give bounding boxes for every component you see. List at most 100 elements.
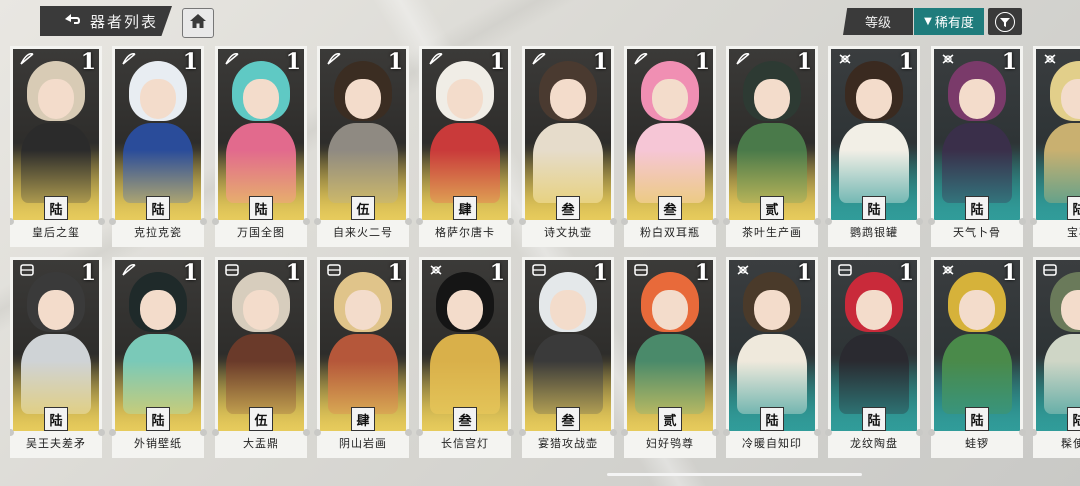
artifact-card[interactable]: 1 陆天气卜骨: [928, 46, 1026, 247]
bow-icon: [733, 52, 753, 68]
card-portrait-frame: 1伍: [218, 260, 304, 431]
card-name: 鹦鹉银罐: [850, 226, 898, 239]
card-name: 万国全图: [237, 226, 285, 239]
sort-descending-icon: ▼: [924, 16, 932, 27]
card-level: 1: [80, 260, 96, 286]
card-grade: 陆: [146, 407, 170, 431]
artifact-card[interactable]: 1 伍大盂鼎: [212, 257, 310, 458]
back-button[interactable]: 器者列表: [40, 6, 172, 36]
card-name: 格萨尔唐卡: [435, 226, 495, 239]
filter-button[interactable]: [988, 8, 1022, 35]
artifact-card[interactable]: 1 陆蛙锣: [928, 257, 1026, 458]
card-grade: 肆: [351, 407, 375, 431]
card-grade: 陆: [1067, 196, 1080, 220]
card-name: 长信宫灯: [441, 437, 489, 450]
card-portrait-frame: 1陆: [115, 260, 201, 431]
card-grade: 陆: [44, 407, 68, 431]
card-portrait-frame: 1叁: [525, 260, 611, 431]
card-name: 天气卜骨: [953, 226, 1001, 239]
card-portrait-frame: 1陆: [1036, 49, 1080, 220]
portrait-face: [856, 79, 892, 119]
card-name: 宝石: [1067, 226, 1080, 239]
card-name: 诗文执壶: [544, 226, 592, 239]
artifact-card[interactable]: 1 陆外销壁纸: [109, 257, 207, 458]
artifact-card[interactable]: 1陆髹使…: [1030, 257, 1080, 458]
card-portrait-frame: 1陆: [831, 49, 917, 220]
shield-icon: [529, 263, 549, 279]
sort-by-level-button[interactable]: 等级: [843, 8, 913, 35]
card-name: 外销壁纸: [134, 437, 182, 450]
shield-icon: [222, 263, 242, 279]
card-name: 粉白双耳瓶: [640, 226, 700, 239]
card-portrait-frame: 1陆: [831, 260, 917, 431]
card-grade: 肆: [453, 196, 477, 220]
card-grade: 叁: [453, 407, 477, 431]
portrait-face: [140, 79, 176, 119]
artifact-card[interactable]: 1 肆格萨尔唐卡: [416, 46, 514, 247]
card-grade: 陆: [965, 196, 989, 220]
artifact-card[interactable]: 1 叁诗文执壶: [519, 46, 617, 247]
knot-icon: [938, 263, 958, 279]
card-level: 1: [285, 49, 301, 75]
artifact-card[interactable]: 1 陆克拉克瓷: [109, 46, 207, 247]
artifact-card[interactable]: 1 叁长信宫灯: [416, 257, 514, 458]
card-grade: 陆: [760, 407, 784, 431]
card-portrait-frame: 1陆: [1036, 260, 1080, 431]
bow-icon: [426, 52, 446, 68]
portrait-face: [754, 290, 790, 330]
card-level: 1: [80, 49, 96, 75]
card-level: 1: [592, 49, 608, 75]
card-name: 冷暖自知印: [742, 437, 802, 450]
filter-icon: [995, 11, 1015, 32]
artifact-card[interactable]: 1 伍自来火二号: [314, 46, 412, 247]
card-portrait-frame: 1叁: [422, 260, 508, 431]
card-grade: 陆: [249, 196, 273, 220]
portrait-face: [959, 290, 995, 330]
artifact-card[interactable]: 1 贰茶叶生产画: [723, 46, 821, 247]
card-grade: 陆: [965, 407, 989, 431]
portrait-face: [652, 290, 688, 330]
artifact-card[interactable]: 1 陆冷暖自知印: [723, 257, 821, 458]
card-name: 克拉克瓷: [134, 226, 182, 239]
card-level: 1: [694, 49, 710, 75]
bow-icon: [324, 52, 344, 68]
artifact-card[interactable]: 1 叁粉白双耳瓶: [621, 46, 719, 247]
knot-icon: [835, 52, 855, 68]
card-portrait-frame: 1贰: [729, 49, 815, 220]
bow-icon: [17, 52, 37, 68]
card-level: 1: [796, 49, 812, 75]
artifact-grid: 1 陆皇后之玺 1 陆克拉克瓷 1 陆万国全图 1 伍自来火二号 1 肆格萨尔唐卡 1 叁诗文执壶 1 叁…: [10, 44, 1080, 464]
card-level: 1: [387, 260, 403, 286]
artifact-card[interactable]: 1 陆龙纹陶盘: [825, 257, 923, 458]
portrait-face: [754, 79, 790, 119]
sort-by-rarity-button[interactable]: ▼ 稀有度: [914, 8, 984, 35]
card-portrait-frame: 1陆: [218, 49, 304, 220]
card-level: 1: [489, 49, 505, 75]
card-portrait-frame: 1陆: [13, 260, 99, 431]
card-grade: 陆: [146, 196, 170, 220]
card-level: 1: [592, 260, 608, 286]
card-grade: 伍: [351, 196, 375, 220]
artifact-card[interactable]: 1 陆万国全图: [212, 46, 310, 247]
card-grade: 陆: [1067, 407, 1080, 431]
bow-icon: [119, 263, 139, 279]
horizontal-scrollbar[interactable]: [607, 473, 862, 476]
knot-icon: [733, 263, 753, 279]
shield-icon: [1040, 263, 1060, 279]
artifact-card[interactable]: 1 陆鹦鹉银罐: [825, 46, 923, 247]
card-name: 蛙锣: [965, 437, 989, 450]
home-button[interactable]: [182, 8, 214, 38]
artifact-card[interactable]: 1陆宝石: [1030, 46, 1080, 247]
artifact-card[interactable]: 1 陆吴王夫差矛: [10, 257, 105, 458]
card-name: 皇后之玺: [32, 226, 80, 239]
knot-icon: [1040, 52, 1060, 68]
portrait-face: [243, 79, 279, 119]
artifact-card[interactable]: 1 叁宴猎攻战壶: [519, 257, 617, 458]
artifact-card[interactable]: 1 陆皇后之玺: [10, 46, 105, 247]
shield-icon: [835, 263, 855, 279]
artifact-card[interactable]: 1 贰妇好鸮尊: [621, 257, 719, 458]
card-level: 1: [387, 49, 403, 75]
sort-rarity-label: 稀有度: [934, 16, 974, 31]
artifact-card[interactable]: 1 肆阴山岩画: [314, 257, 412, 458]
portrait-face: [38, 290, 74, 330]
